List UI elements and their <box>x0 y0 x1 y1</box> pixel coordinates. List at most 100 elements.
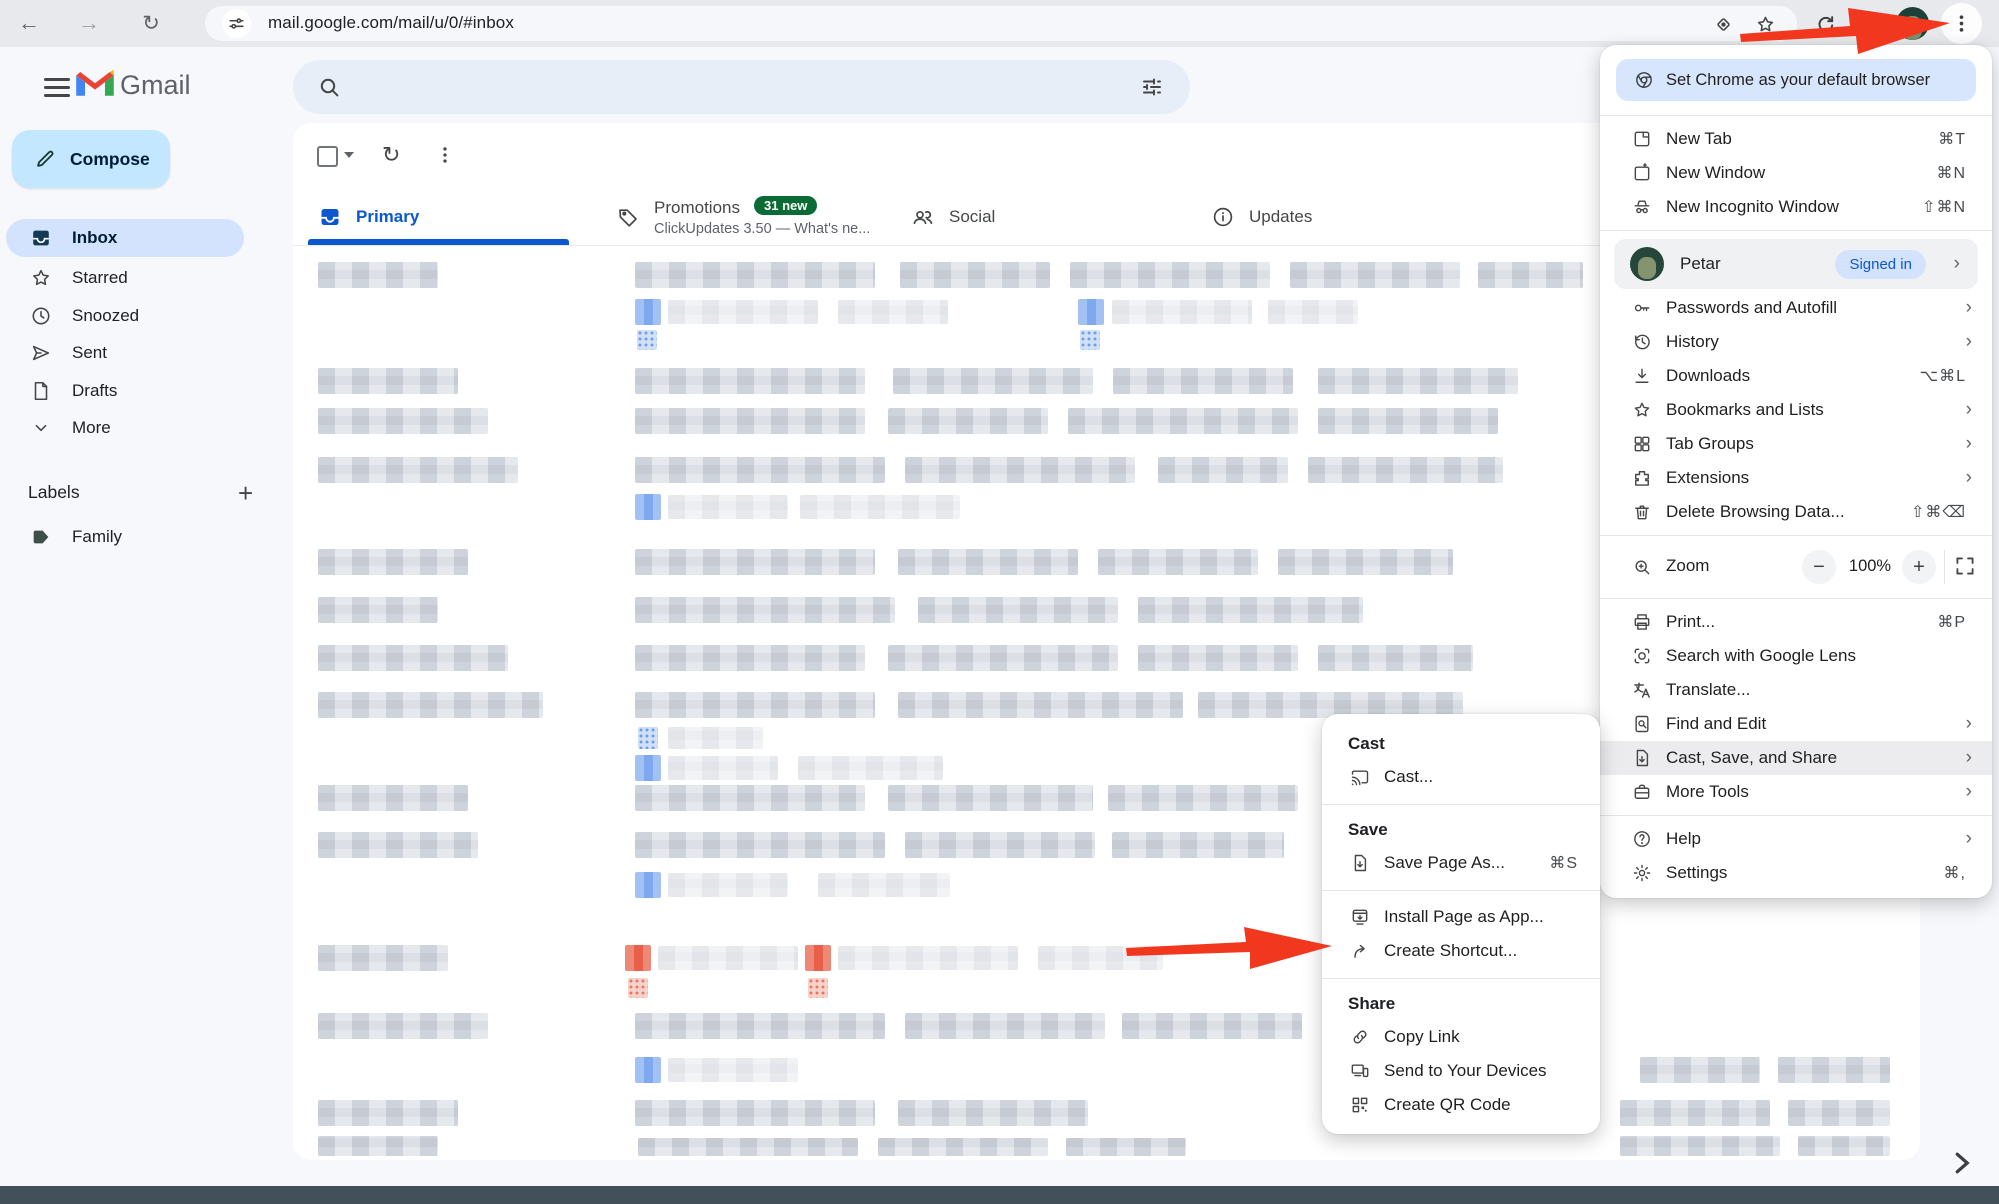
sidebar-item-more[interactable]: More <box>6 409 244 447</box>
menu-item-extensions[interactable]: Extensions› <box>1600 461 1992 495</box>
tab-promotions[interactable]: Promotions31 newClickUpdates 3.50 — What… <box>598 190 891 245</box>
redacted-text-block <box>668 756 778 780</box>
redacted-text-block <box>1112 832 1284 858</box>
extension-clipboard-icon[interactable] <box>1852 6 1886 42</box>
select-dropdown-icon[interactable] <box>344 152 354 158</box>
submenu-item-save-page-as[interactable]: Save Page As...⌘S <box>1322 846 1600 880</box>
redacted-text-block <box>1113 368 1293 394</box>
more-options-icon[interactable] <box>434 144 456 166</box>
sidebar-label-text: Family <box>72 527 122 547</box>
redacted-text-block <box>900 262 1050 288</box>
menu-item-search-with-google-lens[interactable]: Search with Google Lens <box>1600 639 1992 673</box>
tab-social[interactable]: Social <box>893 190 1186 245</box>
redacted-text-block <box>635 692 875 718</box>
zoom-out-button[interactable]: − <box>1802 550 1836 584</box>
profile-menu-item[interactable]: PetarSigned in› <box>1614 239 1978 289</box>
sidebar-label-family[interactable]: Family <box>6 518 244 556</box>
reading-mode-icon[interactable] <box>1706 6 1740 42</box>
select-all-checkbox[interactable] <box>317 146 338 167</box>
tab-updates[interactable]: Updates <box>1193 190 1486 245</box>
sidebar-item-snoozed[interactable]: Snoozed <box>6 297 244 335</box>
menu-item-history[interactable]: History› <box>1600 325 1992 359</box>
menu-item-passwords-and-autofill[interactable]: Passwords and Autofill› <box>1600 291 1992 325</box>
submenu-item-cast[interactable]: Cast... <box>1322 760 1600 794</box>
compose-button[interactable]: Compose <box>12 130 170 188</box>
redacted-text-block <box>318 262 438 288</box>
extension-reload-icon[interactable] <box>1808 6 1842 42</box>
menu-item-more-tools[interactable]: More Tools› <box>1600 775 1992 809</box>
menu-separator <box>1600 224 1992 237</box>
redacted-text-block <box>1080 330 1100 350</box>
zoom-in-button[interactable]: + <box>1902 550 1936 584</box>
sidebar-item-sent[interactable]: Sent <box>6 334 244 372</box>
submenu-item-label: Create QR Code <box>1384 1095 1511 1115</box>
menu-item-new-tab[interactable]: New Tab⌘T <box>1600 122 1992 156</box>
redacted-text-block <box>1798 1136 1890 1156</box>
menu-item-settings[interactable]: Settings⌘, <box>1600 856 1992 890</box>
gmail-wordmark: Gmail <box>120 70 191 101</box>
redacted-text-block <box>635 785 865 811</box>
submenu-item-copy-link[interactable]: Copy Link <box>1322 1020 1600 1054</box>
refresh-mail-button[interactable]: ↻ <box>382 142 408 168</box>
back-button[interactable]: ← <box>12 5 46 41</box>
redacted-text-block <box>318 832 478 858</box>
redacted-text-block <box>628 978 648 998</box>
menu-item-delete-browsing-data[interactable]: Delete Browsing Data...⇧⌘⌫ <box>1600 495 1992 529</box>
sidebar-item-starred[interactable]: Starred <box>6 259 244 297</box>
menu-item-tab-groups[interactable]: Tab Groups› <box>1600 427 1992 461</box>
chevron-right-icon: › <box>1966 467 1972 489</box>
redacted-text-block <box>1112 300 1252 324</box>
redacted-text-block <box>318 645 508 671</box>
menu-item-bookmarks-and-lists[interactable]: Bookmarks and Lists› <box>1600 393 1992 427</box>
fullscreen-button[interactable] <box>1952 553 1978 579</box>
add-label-button[interactable]: + <box>238 478 253 509</box>
submenu-item-send-to-your-devices[interactable]: Send to Your Devices <box>1322 1054 1600 1088</box>
menu-item-new-window[interactable]: New Window⌘N <box>1600 156 1992 190</box>
menu-item-cast-save-and-share[interactable]: Cast, Save, and Share› <box>1600 741 1992 775</box>
forward-button[interactable]: → <box>72 5 106 41</box>
url-text[interactable]: mail.google.com/mail/u/0/#inbox <box>268 13 514 33</box>
menu-item-help[interactable]: Help› <box>1600 822 1992 856</box>
menu-item-downloads[interactable]: Downloads⌥⌘L <box>1600 359 1992 393</box>
set-default-browser-banner[interactable]: Set Chrome as your default browser <box>1616 59 1976 101</box>
submenu-item-label: Install Page as App... <box>1384 907 1544 927</box>
chevron-right-icon: › <box>1966 433 1972 455</box>
qr-icon <box>1350 1095 1370 1115</box>
menu-item-find-and-edit[interactable]: Find and Edit› <box>1600 707 1992 741</box>
menu-item-print[interactable]: Print...⌘P <box>1600 605 1992 639</box>
bottom-bar <box>0 1186 1999 1204</box>
redacted-text-block <box>658 946 798 970</box>
sidebar-item-inbox[interactable]: Inbox <box>6 219 244 257</box>
submenu-item-create-qr-code[interactable]: Create QR Code <box>1322 1088 1600 1122</box>
profile-avatar[interactable] <box>1896 7 1929 40</box>
redacted-text-block <box>1066 1138 1186 1156</box>
redacted-text-block <box>888 408 1048 434</box>
search-options-icon[interactable] <box>1140 75 1164 99</box>
reload-button[interactable]: ↻ <box>134 5 168 41</box>
redacted-text-block <box>318 785 468 811</box>
menu-item-label: Search with Google Lens <box>1666 646 1856 666</box>
redacted-text-block <box>635 832 885 858</box>
search-icon <box>317 75 341 99</box>
menu-item-new-incognito-window[interactable]: New Incognito Window⇧⌘N <box>1600 190 1992 224</box>
lens-icon <box>1632 646 1652 666</box>
chrome-icon <box>1634 70 1654 90</box>
sidebar-item-label: Starred <box>72 268 128 288</box>
cast-icon <box>1350 767 1370 787</box>
redacted-text-block <box>898 549 1078 575</box>
redacted-text-block <box>1620 1100 1770 1126</box>
submenu-item-install-page-as-app[interactable]: Install Page as App... <box>1322 900 1600 934</box>
bookmark-star-button[interactable] <box>1748 6 1782 42</box>
tab-primary[interactable]: Primary <box>300 190 593 245</box>
hamburger-menu-button[interactable] <box>18 64 60 110</box>
expand-chevron-icon[interactable] <box>1946 1148 1976 1178</box>
sidebar-item-drafts[interactable]: Drafts <box>6 372 244 410</box>
browser-toolbar: ← → ↻ mail.google.com/mail/u/0/#inbox <box>0 0 1999 47</box>
browser-menu-button[interactable] <box>1941 3 1982 44</box>
pencil-icon <box>34 148 56 170</box>
submenu-item-label: Create Shortcut... <box>1384 941 1517 961</box>
search-bar[interactable]: Search mail <box>293 60 1190 114</box>
menu-item-translate[interactable]: Translate... <box>1600 673 1992 707</box>
submenu-item-create-shortcut[interactable]: Create Shortcut... <box>1322 934 1600 968</box>
site-info-button[interactable] <box>222 9 251 38</box>
